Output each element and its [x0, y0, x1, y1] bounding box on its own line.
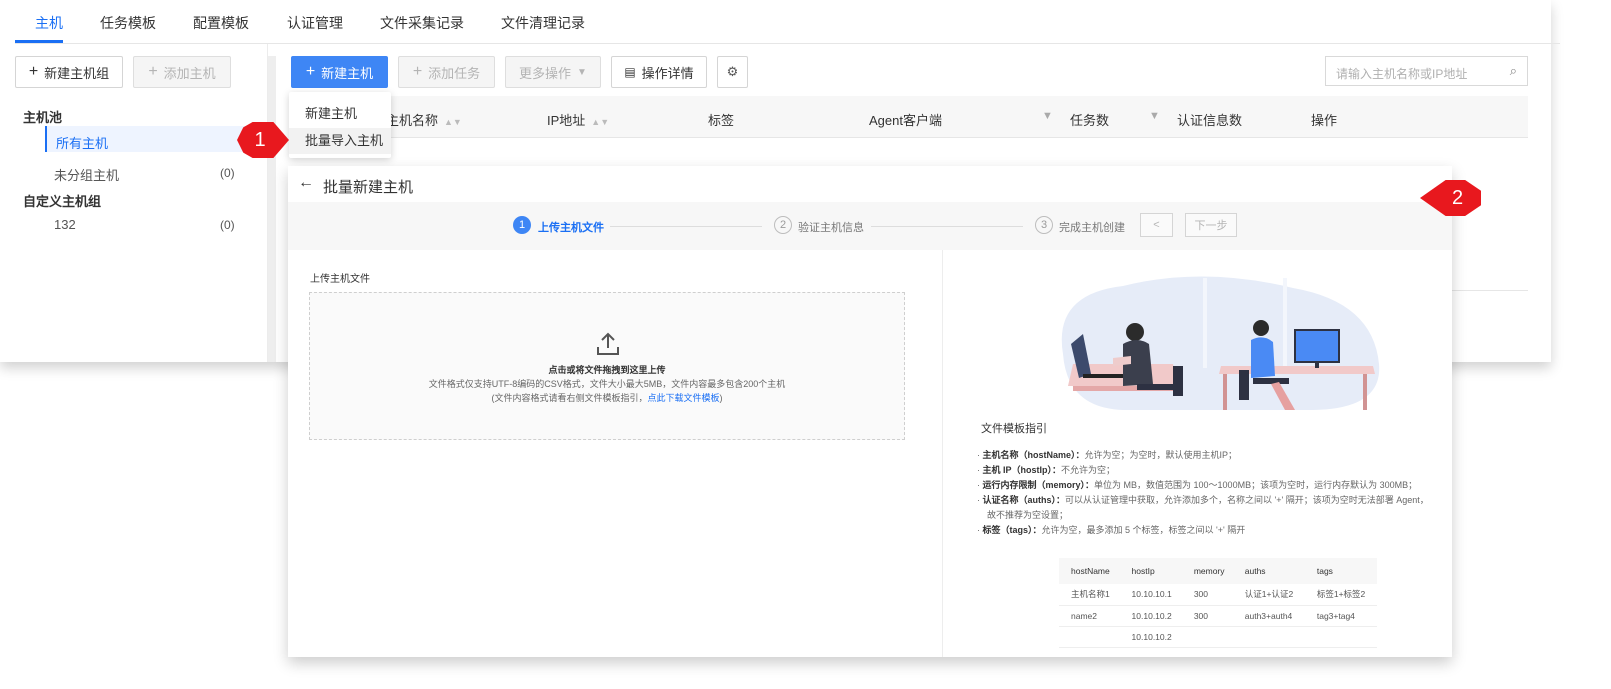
menu-item-new-host[interactable]: 新建主机 [305, 103, 357, 122]
custom-group-heading: 自定义主机组 [23, 194, 102, 209]
table-row: name2 10.10.10.2 300 auth3+auth4 tag3+tag4 [1059, 605, 1377, 627]
step-indicator: 1 上传主机文件 2 验证主机信息 3 完成主机创建 < 下一步 [288, 202, 1452, 250]
new-host-dropdown: 新建主机 批量导入主机 [289, 92, 391, 158]
column-agent-client: Agent客户端 [869, 113, 942, 128]
step-connector [610, 226, 762, 227]
group-132-count: (0) [220, 218, 235, 232]
tab-file-cleanup-records[interactable]: 文件清理记录 [501, 13, 585, 33]
column-task-count: 任务数 [1070, 113, 1110, 128]
upload-section-label: 上传主机文件 [310, 274, 370, 285]
column-host-name[interactable]: 主机名称 ▲▼ [386, 110, 462, 129]
more-actions-button[interactable]: 更多操作 ▼ [505, 56, 601, 88]
active-tab-indicator [15, 40, 63, 43]
back-arrow-icon[interactable]: ← [298, 174, 314, 192]
dropzone-template-hint: (文件内容格式请看右侧文件模板指引，点此下载文件模板) [491, 393, 723, 403]
tab-file-collection-records[interactable]: 文件采集记录 [380, 13, 464, 33]
caret-down-icon: ▼ [577, 66, 587, 78]
guide-line: · 标签（tags）：允许为空，最多添加 5 个标签，标签之间以 '+' 隔开 [977, 525, 1246, 535]
plus-icon: + [148, 63, 158, 80]
page-title: 批量新建主机 [323, 179, 414, 196]
step-2-circle: 2 [774, 216, 792, 234]
step-2-label: 验证主机信息 [798, 222, 864, 234]
template-guide-title: 文件模板指引 [981, 423, 1047, 435]
office-workers-illustration [1061, 276, 1380, 410]
filter-icon[interactable]: ▼ [1149, 110, 1160, 122]
document-icon: ▤ [624, 65, 636, 79]
pane-splitter[interactable] [268, 56, 276, 362]
host-table-header: 主机名称 ▲▼ IP地址 ▲▼ 标签 Agent客户端 ▼ 任务数 ▼ 认证信息数 … [290, 96, 1528, 138]
tab-hosts[interactable]: 主机 [35, 13, 63, 33]
gear-icon: ⚙ [726, 64, 739, 79]
next-step-button[interactable]: 下一步 [1185, 213, 1237, 237]
add-host-button[interactable]: + 添加主机 [133, 56, 231, 88]
guide-line: · 认证名称（auths）：可以从认证管理中获取，允许添加多个，名称之间以 '+… [977, 495, 1429, 505]
step-3-circle: 3 [1035, 216, 1053, 234]
top-tab-bar: 主机 任务模板 配置模板 认证管理 文件采集记录 文件清理记录 [15, 0, 1560, 44]
tab-config-templates[interactable]: 配置模板 [193, 13, 249, 33]
column-auth-count: 认证信息数 [1177, 113, 1243, 128]
filter-icon[interactable]: ▼ [1042, 110, 1053, 122]
dropzone-format-hint: 文件格式仅支持UTF-8编码的CSV格式，文件大小最大5MB，文件内容最多包含2… [428, 379, 786, 389]
host-search-input[interactable]: 请输入主机名称或IP地址 ⌕ [1325, 56, 1528, 86]
plus-icon: + [28, 63, 39, 80]
download-template-link[interactable]: 点此下载文件模板 [647, 393, 719, 403]
search-icon: ⌕ [1509, 63, 1517, 78]
tab-auth-management[interactable]: 认证管理 [287, 13, 343, 33]
tree-item-group-132[interactable]: 132 [54, 217, 76, 232]
new-host-group-button[interactable]: + 新建主机组 [15, 56, 123, 88]
guide-line: · 主机名称（hostName）：允许为空；为空时，默认使用主机IP； [977, 450, 1238, 460]
add-task-button[interactable]: + 添加任务 [398, 56, 495, 88]
tree-item-ungrouped[interactable]: 未分组主机 [54, 165, 119, 184]
template-guide-column: 文件模板指引 · 主机名称（hostName）：允许为空；为空时，默认使用主机I… [942, 250, 1452, 657]
dropzone-main-text: 点击或将文件拖拽到这里上传 [548, 365, 666, 375]
table-row: 主机名称1 10.10.10.1 300 认证1+认证2 标签1+标签2 [1059, 584, 1377, 606]
new-host-button[interactable]: + 新建主机 [291, 56, 388, 88]
plus-icon: + [412, 63, 423, 80]
table-divider [1452, 290, 1528, 291]
host-pool-heading: 主机池 [23, 110, 63, 125]
menu-item-batch-import-hosts[interactable]: 批量导入主机 [289, 128, 391, 154]
tab-task-templates[interactable]: 任务模板 [100, 13, 156, 33]
guide-line: · 运行内存限制（memory）：单位为 MB，数值范围为 100～1000MB… [977, 480, 1418, 490]
file-upload-dropzone[interactable]: 点击或将文件拖拽到这里上传 文件格式仅支持UTF-8编码的CSV格式，文件大小最… [309, 292, 905, 440]
upload-icon [597, 332, 619, 355]
operation-details-button[interactable]: ▤ 操作详情 [611, 56, 707, 88]
tree-item-all-hosts[interactable]: 所有主机 [56, 133, 108, 152]
template-example-table: hostName hostIp memory auths tags 主机名称1 1… [1059, 558, 1377, 648]
guide-line: · 主机 IP（hostIp）：不允许为空； [977, 465, 1116, 475]
ungrouped-count: (0) [220, 166, 235, 180]
sort-icon: ▲▼ [444, 117, 462, 127]
template-table-header: hostName hostIp memory auths tags [1059, 558, 1377, 584]
sort-icon: ▲▼ [591, 117, 610, 127]
step-1-label: 上传主机文件 [538, 222, 604, 234]
column-tags: 标签 [708, 113, 735, 128]
table-row: 10.10.10.2 [1059, 626, 1377, 648]
step-connector [871, 226, 1023, 227]
guide-line: 故不推荐为空设置； [987, 510, 1069, 520]
column-ip-address[interactable]: IP地址 ▲▼ [547, 110, 609, 129]
column-actions: 操作 [1311, 113, 1338, 128]
prev-step-button[interactable]: < [1140, 213, 1173, 237]
step-3-label: 完成主机创建 [1059, 222, 1125, 234]
step-1-circle: 1 [513, 216, 531, 234]
settings-button[interactable]: ⚙ [717, 56, 748, 88]
batch-create-host-panel: ← 批量新建主机 1 上传主机文件 2 验证主机信息 3 完成主机创建 < 下一… [288, 166, 1452, 657]
plus-icon: + [305, 63, 316, 80]
